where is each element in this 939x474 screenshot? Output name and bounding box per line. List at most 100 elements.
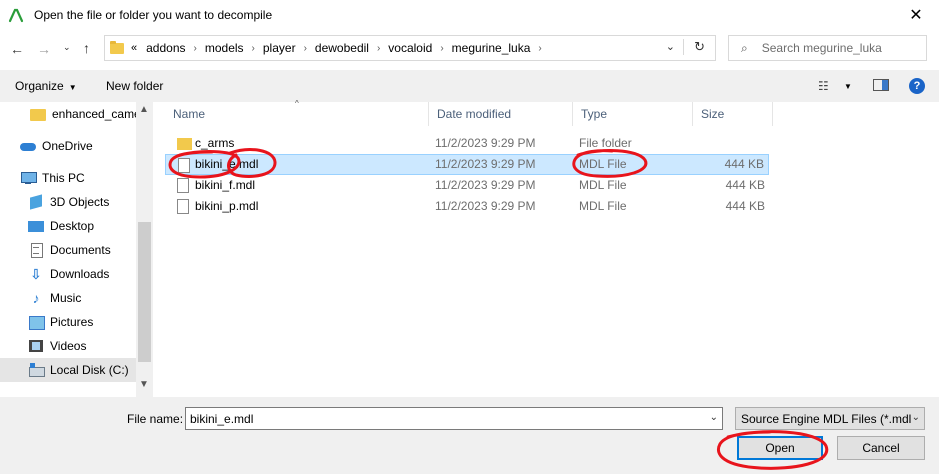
nav-item-label: Videos [50,339,87,353]
title-bar: Open the file or folder you want to deco… [0,0,939,30]
file-row-bikini-p[interactable]: bikini_p.mdl 11/2/2023 9:29 PM MDL File … [165,196,769,217]
nav-pane-scrollbar[interactable]: ▲ ▼ [136,102,153,397]
dialog-footer: File name: bikini_e.mdl ⌄ Source Engine … [0,397,939,474]
column-header-label: Date modified [437,107,512,121]
nav-item-desktop[interactable]: Desktop [28,215,94,237]
scroll-up-arrow-icon[interactable]: ▲ [139,104,149,115]
breadcrumb-separator-icon: › [440,42,444,54]
nav-item-label: 3D Objects [50,195,110,209]
breadcrumb-dewobedil[interactable]: dewobedil [315,41,369,55]
download-icon: ⇩ [30,266,42,282]
nav-item-label: This PC [42,171,85,185]
file-list: Name ^ Date modified Type Size c_arms 11… [165,99,939,397]
file-name: bikini_p.mdl [195,199,259,213]
file-type: MDL File [579,178,627,192]
file-row-bikini-f[interactable]: bikini_f.mdl 11/2/2023 9:29 PM MDL File … [165,175,769,196]
file-icon [178,158,190,173]
documents-icon [28,243,44,258]
search-input[interactable]: ⌕ Search megurine_luka [728,35,927,61]
file-name: bikini_e.mdl [195,157,259,171]
breadcrumb-addons[interactable]: addons [146,41,185,55]
help-icon[interactable]: ? [909,78,925,94]
folder-icon [110,40,124,54]
view-options-caret-icon[interactable]: ▼ [844,82,852,91]
nav-item-music[interactable]: ♪ Music [28,287,82,309]
file-name-input[interactable]: bikini_e.mdl ⌄ [185,407,723,430]
up-arrow-icon[interactable]: ↑ [83,40,90,56]
nav-item-label: enhanced_came [52,107,141,121]
scrollbar-thumb[interactable] [138,222,151,362]
view-options-icon[interactable]: ☷ [818,79,829,93]
nav-item-label: OneDrive [42,139,93,153]
breadcrumb: « addons › models › player › dewobedil ›… [131,41,550,55]
scroll-down-arrow-icon[interactable]: ▼ [139,379,149,390]
refresh-icon[interactable]: ↻ [683,39,705,55]
file-row-bikini-e[interactable]: bikini_e.mdl 11/2/2023 9:29 PM MDL File … [165,154,769,175]
breadcrumb-vocaloid[interactable]: vocaloid [388,41,432,55]
column-header-date-modified[interactable]: Date modified [429,102,573,126]
nav-item-pictures[interactable]: Pictures [28,311,93,333]
address-dropdown-chevron-icon[interactable]: ⌄ [666,40,675,53]
file-type: File folder [579,136,632,150]
file-icon [177,178,189,193]
music-icon: ♪ [32,290,40,306]
nav-item-label: Desktop [50,219,95,233]
file-name-label: File name: [127,412,184,426]
column-header-name[interactable]: Name ^ [165,99,429,126]
breadcrumb-megurine-luka[interactable]: megurine_luka [452,41,531,55]
folder-icon [177,138,192,150]
nav-item-downloads[interactable]: ⇩ Downloads [28,263,109,285]
disk-icon [28,363,45,377]
column-header-size[interactable]: Size [693,102,773,126]
close-button[interactable]: ✕ [893,0,939,30]
column-header-type[interactable]: Type [573,102,693,126]
videos-icon [28,339,44,353]
cube-icon [28,195,44,209]
desktop-icon [28,221,44,232]
file-size: 444 KB [725,178,765,192]
file-name-dropdown-chevron-icon[interactable]: ⌄ [710,412,718,423]
new-folder-button[interactable]: New folder [106,79,163,93]
nav-item-documents[interactable]: Documents [28,239,111,261]
organize-button[interactable]: Organize ▼ [15,79,77,93]
file-date: 11/2/2023 9:29 PM [435,157,536,171]
window-title: Open the file or folder you want to deco… [34,8,273,22]
breadcrumb-separator-icon: › [538,42,542,54]
nav-item-this-pc[interactable]: This PC [20,167,85,189]
nav-item-label: Music [50,291,82,305]
file-type-value: Source Engine MDL Files (*.mdl [741,411,912,426]
file-type-select[interactable]: Source Engine MDL Files (*.mdl ⌄ [735,407,925,430]
organize-caret-icon: ▼ [68,83,77,92]
search-icon: ⌕ [741,40,748,55]
breadcrumb-separator-icon: › [193,42,197,54]
file-date: 11/2/2023 9:29 PM [435,199,536,213]
file-type-dropdown-chevron-icon[interactable]: ⌄ [911,412,920,423]
breadcrumb-overflow[interactable]: « [131,42,137,54]
back-arrow-icon[interactable]: ← [10,41,24,57]
file-name: bikini_f.mdl [195,178,256,192]
nav-item-label: Documents [50,243,111,257]
nav-item-label: Pictures [50,315,94,329]
nav-item-local-disk[interactable]: Local Disk (C:) [0,358,136,382]
cloud-icon [20,139,36,153]
file-name-value: bikini_e.mdl [190,411,254,426]
file-type: MDL File [579,157,627,171]
nav-item-onedrive[interactable]: OneDrive [20,135,93,157]
breadcrumb-models[interactable]: models [205,41,244,55]
file-row-c-arms[interactable]: c_arms 11/2/2023 9:29 PM File folder [165,133,769,154]
cancel-button[interactable]: Cancel [837,436,925,460]
nav-item-label: Downloads [50,267,110,281]
nav-item-videos[interactable]: Videos [28,335,86,357]
nav-item-enhanced-came[interactable]: enhanced_came [30,103,141,125]
address-bar[interactable]: « addons › models › player › dewobedil ›… [104,35,716,61]
forward-arrow-icon[interactable]: → [37,41,51,57]
search-placeholder: Search megurine_luka [761,41,882,55]
recent-locations-chevron-icon[interactable]: ⌄ [63,42,71,53]
file-size: 444 KB [724,157,764,171]
organize-label: Organize [15,79,64,93]
open-button[interactable]: Open [737,436,823,460]
breadcrumb-separator-icon: › [303,42,307,54]
breadcrumb-player[interactable]: player [263,41,296,55]
preview-pane-icon[interactable] [873,79,889,91]
nav-item-3d-objects[interactable]: 3D Objects [28,191,109,213]
